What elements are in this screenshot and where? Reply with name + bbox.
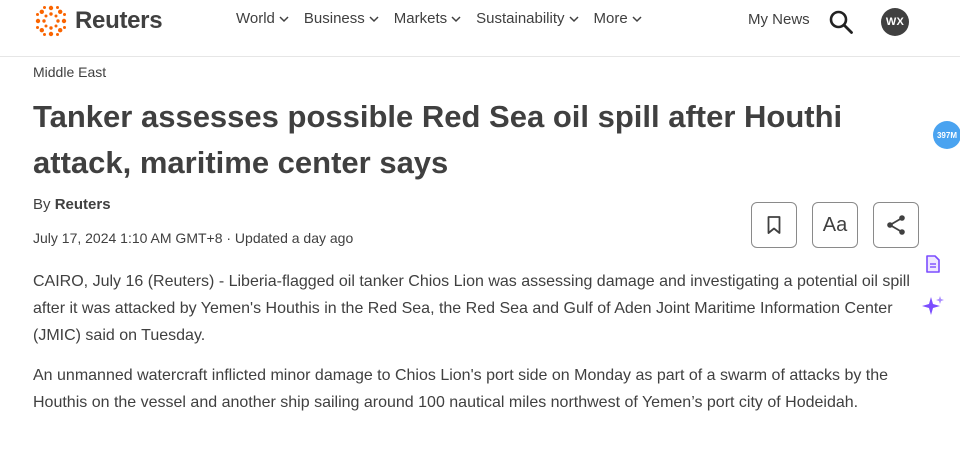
nav-business[interactable]: Business [304, 10, 380, 27]
nav-world[interactable]: World [236, 10, 290, 27]
author-link[interactable]: Reuters [55, 196, 111, 213]
font-size-button[interactable]: Aa [812, 202, 858, 248]
reuters-logo[interactable]: Reuters [33, 3, 163, 39]
nav-markets[interactable]: Markets [394, 10, 462, 27]
nav-more[interactable]: More [594, 10, 643, 27]
nav-label: Business [303, 10, 365, 27]
sparkle-icon [922, 296, 944, 315]
chevron-down-icon [632, 15, 642, 22]
nav-label: More [593, 10, 628, 27]
my-news-link[interactable]: My News [748, 11, 810, 28]
search-icon [829, 10, 853, 34]
chevron-down-icon [451, 15, 461, 22]
bookmark-button[interactable] [751, 202, 797, 248]
top-navigation-bar: Reuters World Business Markets Sustainab… [0, 0, 960, 57]
chevron-down-icon [279, 15, 289, 22]
share-button[interactable] [873, 202, 919, 248]
search-button[interactable] [828, 9, 854, 35]
article-dateline: July 17, 2024 1:10 AM GMT+8 · Updated a … [33, 230, 354, 246]
share-icon [887, 215, 905, 235]
nav-label: World [236, 10, 275, 27]
summary-widget-button[interactable] [918, 249, 948, 279]
user-avatar[interactable]: WX [881, 8, 909, 36]
article-paragraph: CAIRO, July 16 (Reuters) - Liberia-flagg… [33, 273, 910, 344]
nav-label: Markets [393, 10, 448, 27]
bookmark-icon [767, 216, 781, 234]
article-headline: Tanker assesses possible Red Sea oil spi… [33, 99, 843, 180]
byline: By Reuters [33, 196, 111, 213]
reuters-logo-icon [35, 5, 67, 37]
ai-assistant-button[interactable] [918, 291, 948, 321]
byline-prefix: By [33, 196, 51, 213]
article-paragraph: An unmanned watercraft inflicted minor d… [33, 367, 889, 411]
main-nav: World Business Markets Sustainability Mo… [236, 10, 643, 27]
document-icon [926, 255, 940, 273]
chevron-down-icon [568, 15, 579, 22]
floating-counter-badge[interactable]: 397M [933, 121, 960, 149]
nav-sustainability[interactable]: Sustainability [476, 10, 579, 27]
nav-label: Sustainability [476, 10, 565, 27]
chevron-down-icon [369, 15, 379, 22]
brand-name: Reuters [75, 7, 163, 34]
section-link[interactable]: Middle East [33, 64, 106, 80]
